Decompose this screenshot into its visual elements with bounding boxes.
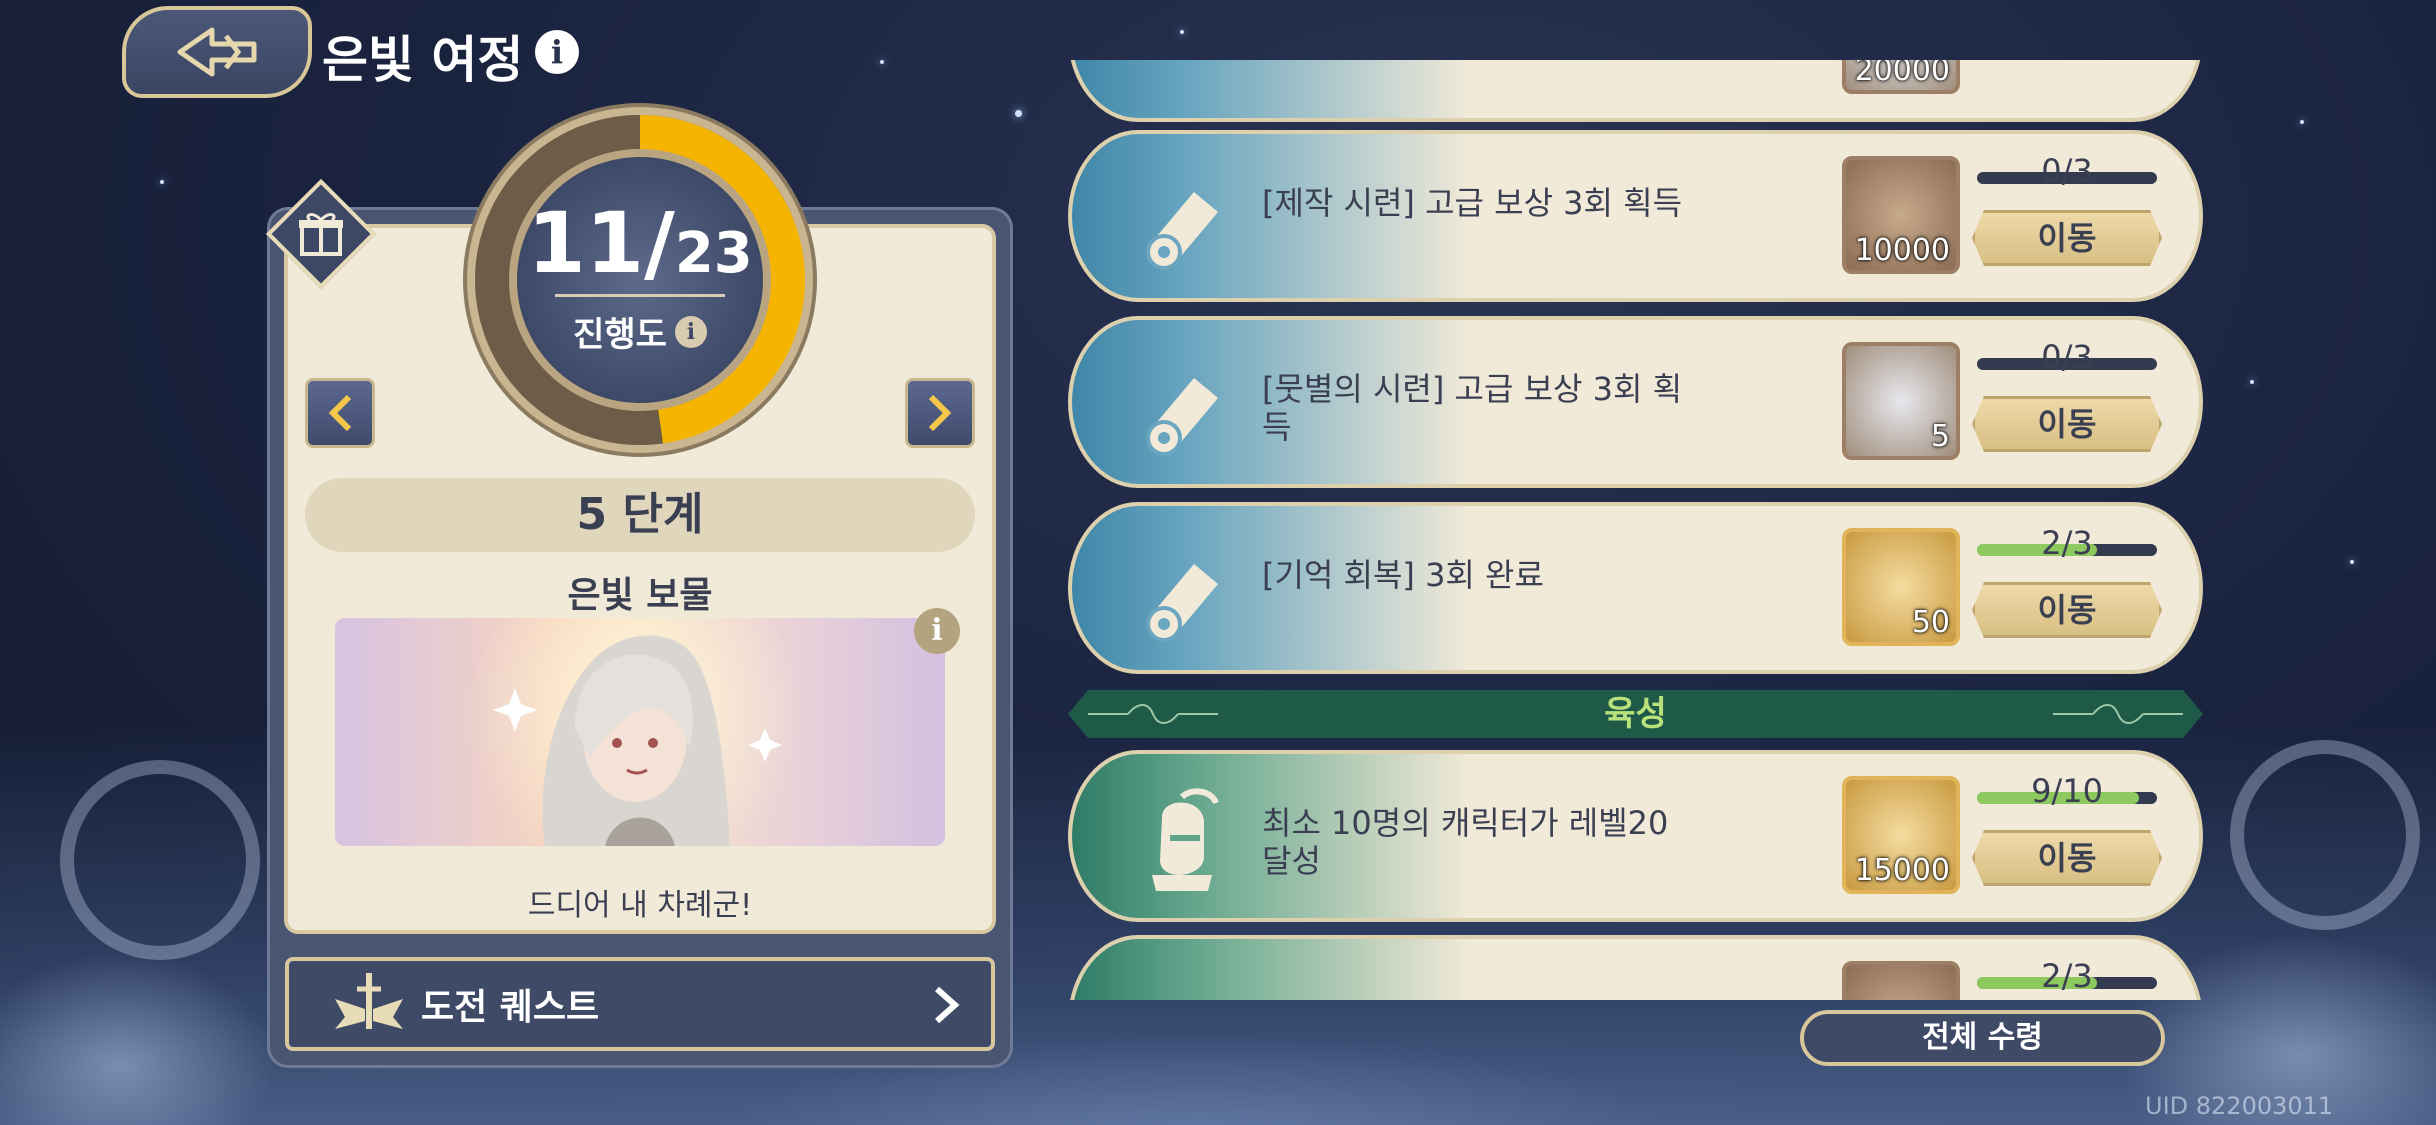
knight-helmet-icon bbox=[1122, 782, 1242, 902]
ornament-icon bbox=[2053, 702, 2183, 726]
prev-stage-button[interactable] bbox=[305, 378, 375, 448]
stage-label: 5 단계 bbox=[305, 478, 975, 552]
go-button[interactable]: 이동 bbox=[1972, 582, 2162, 638]
reward-item[interactable] bbox=[1842, 961, 1960, 1000]
divider bbox=[555, 294, 725, 297]
progress-separator: / bbox=[644, 194, 675, 292]
challenge-quest-label: 도전 퀘스트 bbox=[421, 987, 600, 1028]
info-icon[interactable]: i bbox=[674, 315, 707, 348]
quest-card: [제작 시련] 고급 보상 3회 획득 10000 0/3 이동 bbox=[1068, 130, 2203, 302]
quest-progress-text: 2/3 bbox=[2041, 957, 2093, 995]
reward-count: 15000 bbox=[1854, 853, 1950, 888]
reward-count: 5 bbox=[1930, 419, 1950, 454]
sword-wing-icon bbox=[329, 969, 409, 1039]
reward-character-image[interactable] bbox=[335, 618, 945, 846]
gift-icon bbox=[288, 200, 354, 266]
quest-description: [제작 시련] 고급 보상 3회 획득 bbox=[1262, 184, 1683, 222]
progress-current: 11 bbox=[527, 194, 645, 292]
reward-item[interactable]: 10000 bbox=[1842, 156, 1960, 274]
progress-dial: 11 / 23 진행도 i bbox=[509, 149, 771, 411]
chevron-right-icon bbox=[928, 394, 952, 432]
chevron-right-icon bbox=[935, 986, 960, 1024]
quest-card: 최소 10명의 캐릭터가 레벨20 달성 15000 9/10 이동 bbox=[1068, 750, 2203, 922]
next-stage-button[interactable] bbox=[905, 378, 975, 448]
go-button[interactable]: 이동 bbox=[1972, 830, 2162, 886]
quest-progress-text: 9/10 bbox=[2031, 772, 2103, 810]
go-button[interactable]: 이동 bbox=[1972, 396, 2162, 452]
back-arrow-icon bbox=[177, 27, 257, 77]
quest-progress-text: 0/3 bbox=[2041, 338, 2093, 376]
quest-icon-background bbox=[1072, 939, 1472, 1000]
quest-card: 20000 bbox=[1068, 60, 2203, 122]
reward-item[interactable]: 50 bbox=[1842, 528, 1960, 646]
scroll-icon bbox=[1122, 162, 1242, 282]
section-header: 육성 bbox=[1068, 690, 2203, 738]
info-icon[interactable]: i bbox=[535, 30, 579, 74]
progress-label: 진행도 i bbox=[573, 307, 707, 356]
quest-card: [뭇별의 시련] 고급 보상 3회 획득 5 0/3 이동 bbox=[1068, 316, 2203, 488]
page-title: 은빛 여정 bbox=[322, 31, 524, 89]
reward-caption: 드디어 내 차례군! bbox=[527, 888, 753, 923]
reward-count: 50 bbox=[1911, 605, 1950, 640]
ornament-icon bbox=[1088, 702, 1218, 726]
progress-count: 11 / 23 bbox=[527, 194, 753, 292]
quest-description: 최소 10명의 캐릭터가 레벨20 달성 bbox=[1262, 804, 1669, 880]
scroll-icon bbox=[1122, 348, 1242, 468]
wave-swirl bbox=[60, 760, 260, 960]
reward-item[interactable]: 20000 bbox=[1842, 60, 1960, 94]
claim-all-button[interactable]: 전체 수령 bbox=[1800, 1010, 2165, 1066]
progress-label-text: 진행도 bbox=[573, 315, 667, 355]
reward-count: 10000 bbox=[1854, 233, 1950, 268]
progress-ring: 11 / 23 진행도 i bbox=[475, 115, 805, 445]
quest-description: [뭇별의 시련] 고급 보상 3회 획득 bbox=[1262, 370, 1683, 446]
quest-progress-text: 2/3 bbox=[2041, 524, 2093, 562]
progress-total: 23 bbox=[674, 221, 753, 286]
scroll-icon bbox=[1122, 534, 1242, 654]
info-icon[interactable]: i bbox=[914, 608, 960, 654]
section-title: 육성 bbox=[1604, 694, 1667, 734]
uid-label: UID 822003011 bbox=[2145, 1092, 2334, 1120]
reward-item[interactable]: 15000 bbox=[1842, 776, 1960, 894]
go-button[interactable]: 이동 bbox=[1972, 210, 2162, 266]
back-button[interactable] bbox=[122, 6, 312, 98]
challenge-quest-button[interactable]: 도전 퀘스트 bbox=[285, 957, 995, 1051]
wave-swirl bbox=[2230, 740, 2420, 930]
chevron-left-icon bbox=[328, 394, 352, 432]
reward-name: 은빛 보물 bbox=[567, 575, 713, 616]
quest-card: 2/3 bbox=[1068, 935, 2203, 1000]
reward-count: 20000 bbox=[1854, 60, 1950, 88]
quest-icon-background bbox=[1072, 60, 1472, 118]
reward-item[interactable]: 5 bbox=[1842, 342, 1960, 460]
quest-progress-text: 0/3 bbox=[2041, 152, 2093, 190]
quest-card: [기억 회복] 3회 완료 50 2/3 이동 bbox=[1068, 502, 2203, 674]
quest-list[interactable]: 20000 [제작 시련] 고급 보상 3회 획득 10000 0/3 이동 [… bbox=[1068, 60, 2203, 1000]
quest-description: [기억 회복] 3회 완료 bbox=[1262, 556, 1544, 594]
